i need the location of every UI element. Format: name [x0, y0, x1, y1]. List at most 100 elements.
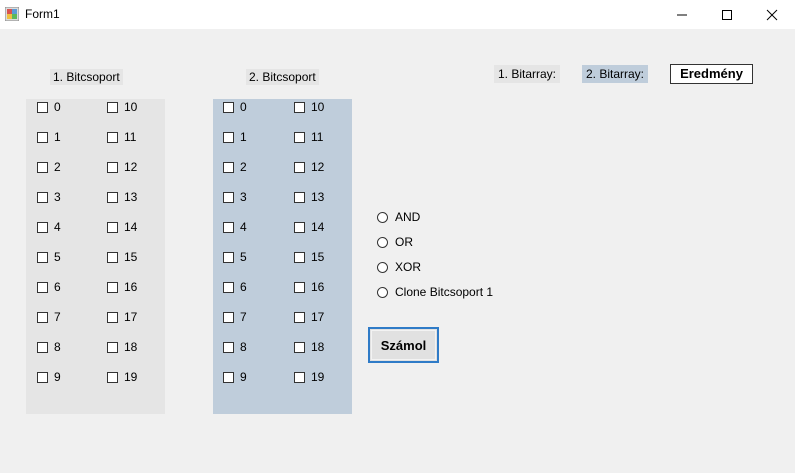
bitgroup-2-checkbox-12[interactable]: 12	[294, 160, 324, 174]
radio-or[interactable]: OR	[377, 235, 413, 249]
bitgroup-2-checkbox-7[interactable]: 7	[223, 310, 247, 324]
checkbox-box[interactable]	[223, 161, 234, 173]
checkbox-box[interactable]	[37, 191, 48, 203]
bitgroup-2-checkbox-13[interactable]: 13	[294, 190, 324, 204]
checkbox-box[interactable]	[223, 281, 234, 293]
app-icon	[5, 7, 19, 21]
radio-xor[interactable]: XOR	[377, 260, 421, 274]
bitgroup-1-checkbox-16[interactable]: 16	[107, 280, 137, 294]
bitgroup-1-checkbox-14[interactable]: 14	[107, 220, 137, 234]
checkbox-label: 1	[240, 130, 247, 144]
radio-circle[interactable]	[377, 211, 388, 223]
checkbox-box[interactable]	[294, 101, 305, 113]
bitgroup-1-checkbox-3[interactable]: 3	[37, 190, 61, 204]
bitgroup-1-checkbox-9[interactable]: 9	[37, 370, 61, 384]
checkbox-box[interactable]	[294, 161, 305, 173]
checkbox-box[interactable]	[107, 371, 118, 383]
radio-clone-bitcsoport-1[interactable]: Clone Bitcsoport 1	[377, 285, 493, 299]
checkbox-box[interactable]	[294, 191, 305, 203]
checkbox-box[interactable]	[37, 251, 48, 263]
bitgroup-2-checkbox-0[interactable]: 0	[223, 100, 247, 114]
bitgroup-1-checkbox-12[interactable]: 12	[107, 160, 137, 174]
checkbox-label: 6	[240, 280, 247, 294]
checkbox-box[interactable]	[37, 131, 48, 143]
checkbox-box[interactable]	[294, 221, 305, 233]
bitgroup-2-checkbox-14[interactable]: 14	[294, 220, 324, 234]
calculate-button[interactable]: Számol	[368, 327, 439, 363]
checkbox-box[interactable]	[223, 101, 234, 113]
bitgroup-1-checkbox-10[interactable]: 10	[107, 100, 137, 114]
checkbox-box[interactable]	[107, 221, 118, 233]
bitgroup-1-checkbox-19[interactable]: 19	[107, 370, 137, 384]
bitgroup-1-checkbox-15[interactable]: 15	[107, 250, 137, 264]
bitgroup-1-checkbox-2[interactable]: 2	[37, 160, 61, 174]
bitgroup-2-checkbox-17[interactable]: 17	[294, 310, 324, 324]
radio-circle[interactable]	[377, 261, 388, 273]
bitgroup-1-checkbox-18[interactable]: 18	[107, 340, 137, 354]
checkbox-box[interactable]	[223, 131, 234, 143]
radio-circle[interactable]	[377, 236, 388, 248]
bitgroup-2-checkbox-2[interactable]: 2	[223, 160, 247, 174]
bitgroup-1-checkbox-7[interactable]: 7	[37, 310, 61, 324]
checkbox-label: 6	[54, 280, 61, 294]
bitgroup-1-checkbox-0[interactable]: 0	[37, 100, 61, 114]
checkbox-box[interactable]	[37, 281, 48, 293]
bitgroup-1-checkbox-8[interactable]: 8	[37, 340, 61, 354]
bitgroup-1-checkbox-13[interactable]: 13	[107, 190, 137, 204]
checkbox-box[interactable]	[37, 101, 48, 113]
checkbox-label: 17	[311, 310, 325, 324]
checkbox-box[interactable]	[107, 281, 118, 293]
checkbox-box[interactable]	[107, 251, 118, 263]
bitgroup-2-checkbox-6[interactable]: 6	[223, 280, 247, 294]
checkbox-box[interactable]	[294, 281, 305, 293]
checkbox-box[interactable]	[107, 131, 118, 143]
checkbox-box[interactable]	[107, 191, 118, 203]
bitgroup-2-checkbox-19[interactable]: 19	[294, 370, 324, 384]
bitgroup-2-checkbox-5[interactable]: 5	[223, 250, 247, 264]
bitgroup-2-checkbox-8[interactable]: 8	[223, 340, 247, 354]
bitgroup-1-checkbox-17[interactable]: 17	[107, 310, 137, 324]
checkbox-label: 10	[311, 100, 325, 114]
checkbox-box[interactable]	[294, 341, 305, 353]
checkbox-box[interactable]	[37, 371, 48, 383]
bitgroup-2-checkbox-1[interactable]: 1	[223, 130, 247, 144]
checkbox-label: 12	[124, 160, 138, 174]
radio-and[interactable]: AND	[377, 210, 420, 224]
checkbox-box[interactable]	[37, 341, 48, 353]
radio-circle[interactable]	[377, 286, 388, 298]
checkbox-box[interactable]	[107, 341, 118, 353]
checkbox-box[interactable]	[37, 221, 48, 233]
bitgroup-1-checkbox-6[interactable]: 6	[37, 280, 61, 294]
maximize-button[interactable]	[704, 0, 750, 29]
bitgroup-2-checkbox-4[interactable]: 4	[223, 220, 247, 234]
checkbox-box[interactable]	[223, 311, 234, 323]
checkbox-box[interactable]	[294, 251, 305, 263]
bitgroup-2-checkbox-15[interactable]: 15	[294, 250, 324, 264]
checkbox-box[interactable]	[223, 221, 234, 233]
checkbox-box[interactable]	[223, 371, 234, 383]
checkbox-box[interactable]	[294, 131, 305, 143]
checkbox-box[interactable]	[223, 191, 234, 203]
bitgroup-2-checkbox-9[interactable]: 9	[223, 370, 247, 384]
checkbox-box[interactable]	[107, 311, 118, 323]
bitgroup-2-checkbox-16[interactable]: 16	[294, 280, 324, 294]
checkbox-box[interactable]	[294, 371, 305, 383]
close-button[interactable]	[749, 0, 795, 29]
checkbox-box[interactable]	[37, 161, 48, 173]
checkbox-box[interactable]	[294, 311, 305, 323]
minimize-button[interactable]	[659, 0, 705, 29]
checkbox-box[interactable]	[107, 161, 118, 173]
checkbox-box[interactable]	[223, 251, 234, 263]
bitgroup-2-checkbox-11[interactable]: 11	[294, 130, 323, 144]
checkbox-label: 0	[240, 100, 247, 114]
bitgroup-2-checkbox-10[interactable]: 10	[294, 100, 324, 114]
bitgroup-1-checkbox-5[interactable]: 5	[37, 250, 61, 264]
bitgroup-1-checkbox-4[interactable]: 4	[37, 220, 61, 234]
bitgroup-2-checkbox-18[interactable]: 18	[294, 340, 324, 354]
bitgroup-1-checkbox-11[interactable]: 11	[107, 130, 136, 144]
checkbox-box[interactable]	[223, 341, 234, 353]
bitgroup-2-checkbox-3[interactable]: 3	[223, 190, 247, 204]
bitgroup-1-checkbox-1[interactable]: 1	[37, 130, 61, 144]
checkbox-box[interactable]	[37, 311, 48, 323]
checkbox-box[interactable]	[107, 101, 118, 113]
